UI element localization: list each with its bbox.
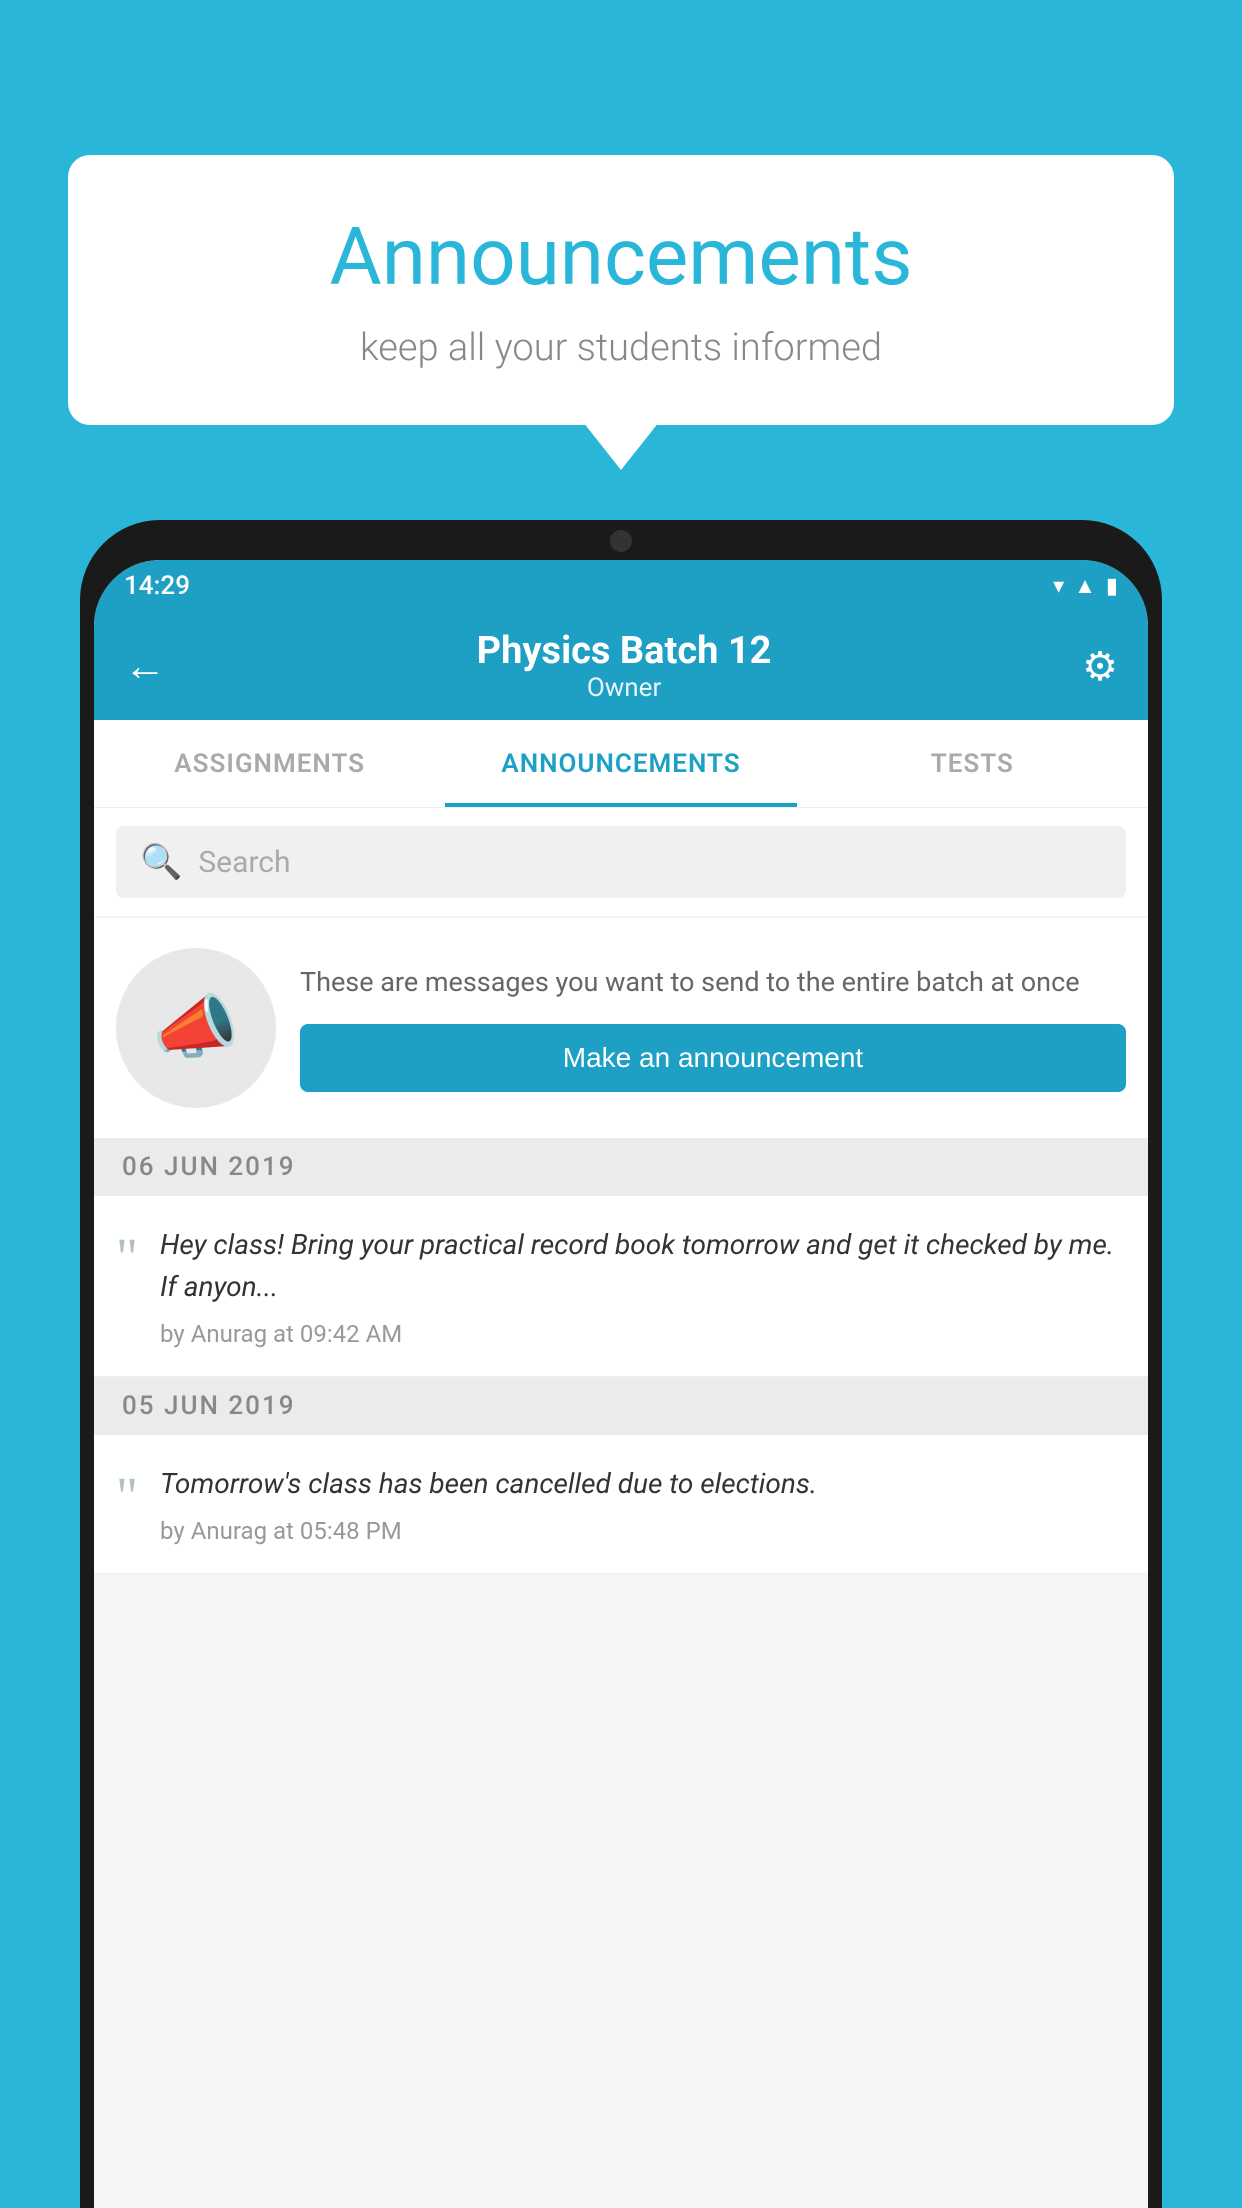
phone-frame: 14:29 ▾ ▲ ▮ ← Physics Batch 12 Owner ⚙ A… (80, 520, 1162, 2208)
status-bar: 14:29 ▾ ▲ ▮ (94, 560, 1148, 612)
search-icon: 🔍 (140, 842, 182, 882)
announcements-subtitle: keep all your students informed (128, 326, 1114, 370)
header-title: Physics Batch 12 (477, 629, 772, 673)
announcement-text-2: Tomorrow's class has been cancelled due … (160, 1463, 1126, 1545)
app-header: ← Physics Batch 12 Owner ⚙ (94, 612, 1148, 720)
announcement-item-1[interactable]: " Hey class! Bring your practical record… (94, 1196, 1148, 1377)
megaphone-icon: 📣 (152, 987, 239, 1069)
announcement-item-2[interactable]: " Tomorrow's class has been cancelled du… (94, 1435, 1148, 1574)
make-announcement-button[interactable]: Make an announcement (300, 1024, 1126, 1092)
back-button[interactable]: ← (124, 642, 166, 691)
tab-assignments[interactable]: ASSIGNMENTS (94, 720, 445, 807)
announcement-message-1: Hey class! Bring your practical record b… (160, 1224, 1126, 1308)
phone-camera (610, 530, 632, 552)
speech-bubble: Announcements keep all your students inf… (68, 155, 1174, 425)
announcements-title: Announcements (128, 210, 1114, 304)
announcement-promo: 📣 These are messages you want to send to… (94, 918, 1148, 1138)
content-area: 🔍 Search 📣 These are messages you want t… (94, 808, 1148, 2208)
search-placeholder-text: Search (198, 845, 290, 880)
phone-screen: 14:29 ▾ ▲ ▮ ← Physics Batch 12 Owner ⚙ A… (94, 560, 1148, 2208)
signal-icon: ▲ (1074, 573, 1096, 599)
speech-bubble-container: Announcements keep all your students inf… (68, 155, 1174, 425)
tabs-bar: ASSIGNMENTS ANNOUNCEMENTS TESTS (94, 720, 1148, 808)
announcement-meta-1: by Anurag at 09:42 AM (160, 1320, 1126, 1348)
header-subtitle: Owner (477, 673, 772, 703)
search-bar[interactable]: 🔍 Search (116, 826, 1126, 898)
announcement-text-1: Hey class! Bring your practical record b… (160, 1224, 1126, 1348)
header-center: Physics Batch 12 Owner (477, 629, 772, 703)
settings-icon[interactable]: ⚙ (1082, 643, 1118, 690)
quote-icon-1: " (116, 1230, 138, 1284)
status-icons: ▾ ▲ ▮ (1053, 573, 1118, 599)
tab-announcements[interactable]: ANNOUNCEMENTS (445, 720, 796, 807)
date-divider-2: 05 JUN 2019 (94, 1377, 1148, 1435)
promo-description: These are messages you want to send to t… (300, 964, 1126, 1002)
promo-text-area: These are messages you want to send to t… (300, 964, 1126, 1092)
quote-icon-2: " (116, 1469, 138, 1523)
wifi-icon: ▾ (1053, 574, 1064, 599)
announcement-message-2: Tomorrow's class has been cancelled due … (160, 1463, 1126, 1505)
tab-tests[interactable]: TESTS (797, 720, 1148, 807)
phone-notch (551, 520, 691, 558)
date-divider-1: 06 JUN 2019 (94, 1138, 1148, 1196)
megaphone-circle: 📣 (116, 948, 276, 1108)
search-bar-container: 🔍 Search (94, 808, 1148, 916)
announcement-meta-2: by Anurag at 05:48 PM (160, 1517, 1126, 1545)
battery-icon: ▮ (1106, 574, 1118, 599)
status-time: 14:29 (124, 571, 190, 601)
